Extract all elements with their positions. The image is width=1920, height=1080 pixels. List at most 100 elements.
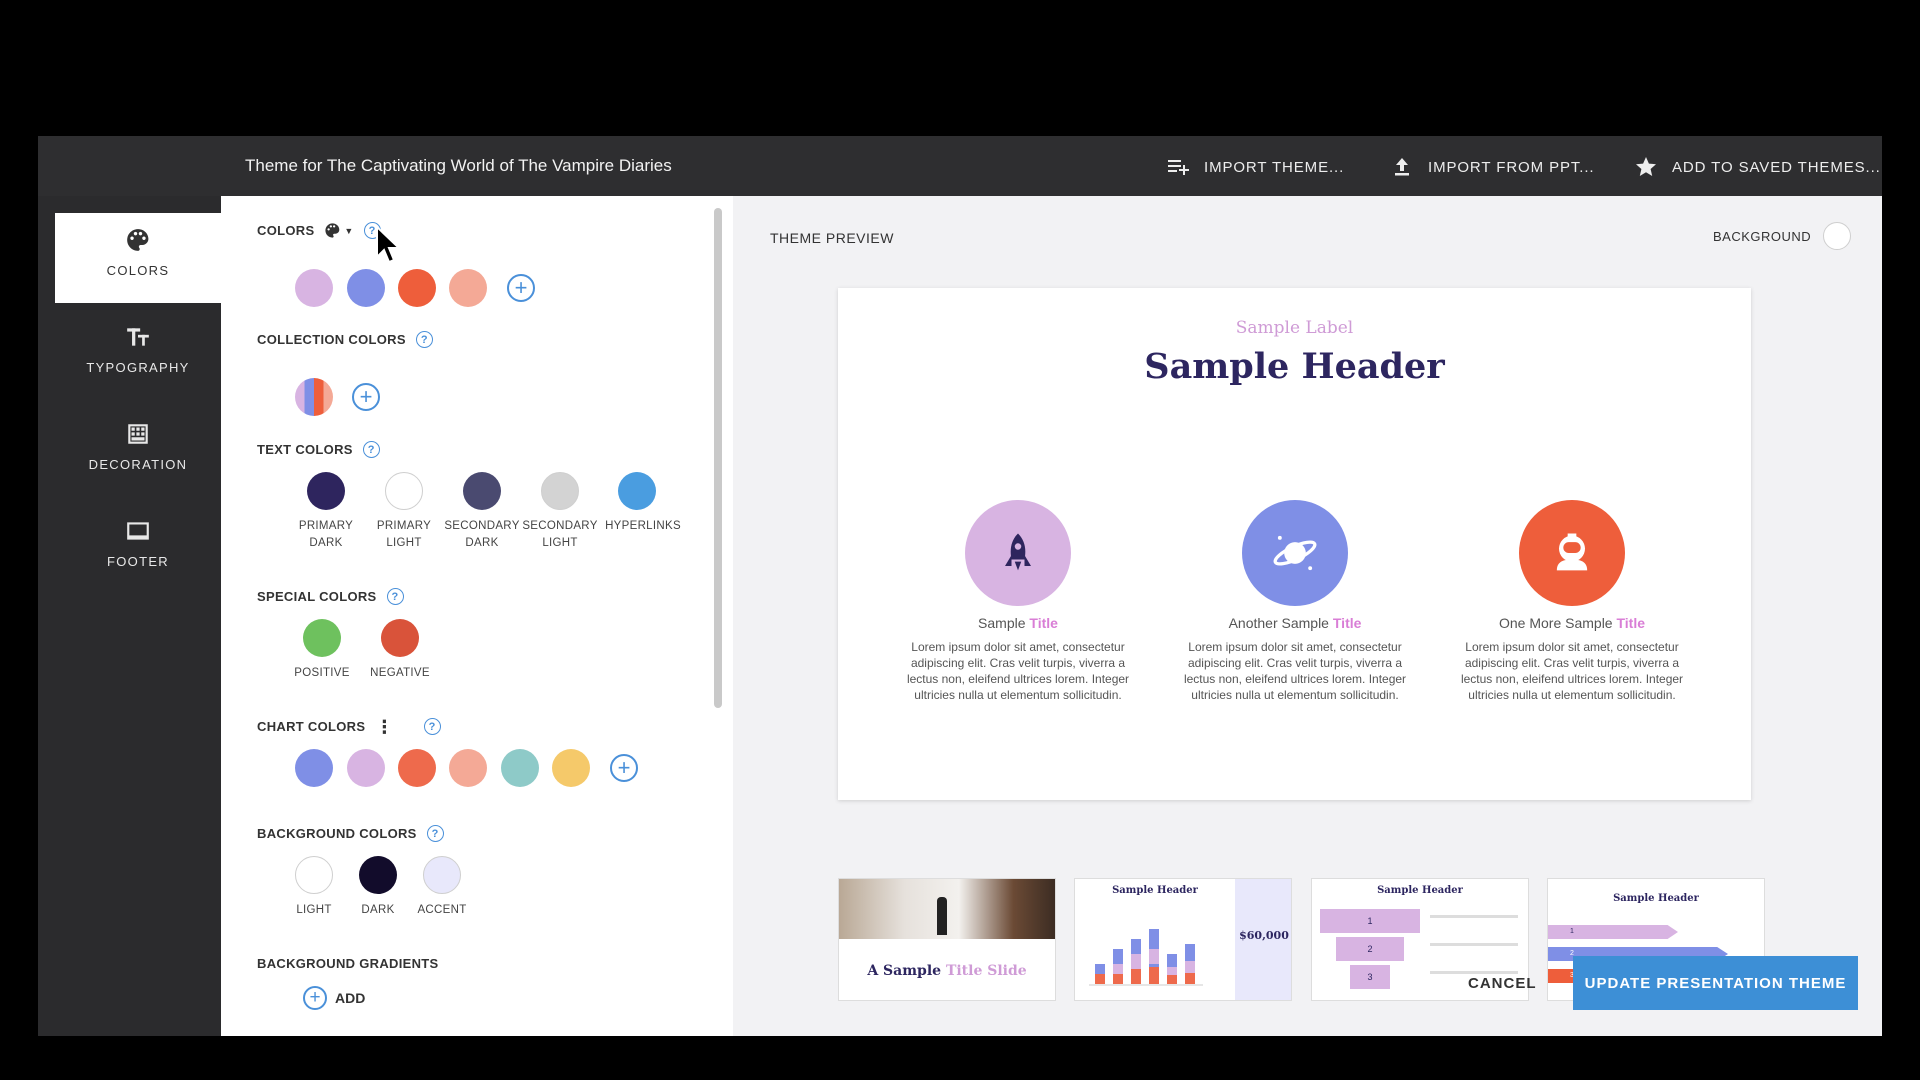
text-color-secondary-light[interactable] [541,472,579,510]
thumbnail-chart-slide[interactable]: Sample Header $60,000 [1074,878,1292,1001]
sidebar-item-footer[interactable]: FOOTER [55,504,221,594]
background-colors-section-label: BACKGROUND COLORS ? [257,825,444,842]
swatch-label: SECONDARY LIGHT [522,520,598,549]
top-bar: Theme for The Captivating World of The V… [38,136,1882,196]
swatch-label: HYPERLINKS [605,520,681,532]
mouse-cursor-icon [376,225,402,264]
background-label: BACKGROUND [1713,228,1812,244]
color-swatch-3[interactable] [398,269,436,307]
chevron-down-icon: ▼ [344,225,354,236]
column-body: Lorem ipsum dolor sit amet, consectetur … [1183,640,1407,702]
color-swatch-4[interactable] [449,269,487,307]
help-icon[interactable]: ? [386,588,404,605]
theme-editor-window: Theme for The Captivating World of The V… [38,136,1882,1036]
swatch-label: SECONDARY DARK [444,520,520,549]
thumbnail-title-slide[interactable]: A Sample Title Slide [838,878,1056,1001]
rocket-icon [965,500,1071,606]
text-color-primary-light[interactable] [385,472,423,510]
mini-bar-chart [1089,929,1203,986]
theme-preview-area: THEME PREVIEW BACKGROUND Sample Label Sa… [733,196,1882,1036]
add-icon: + [303,986,327,1010]
cancel-button[interactable]: CANCEL [1468,956,1537,1010]
planet-icon [1242,500,1348,606]
chart-color-swatch-6[interactable] [552,749,590,787]
sidebar-item-label: DECORATION [88,457,188,472]
sidebar-item-label: FOOTER [107,554,169,569]
typography-icon [125,324,151,350]
special-color-positive[interactable] [303,619,341,657]
help-icon[interactable]: ? [426,825,444,842]
add-saved-themes-label: ADD TO SAVED THEMES... [1672,158,1881,176]
import-theme-label: IMPORT THEME... [1204,158,1345,176]
text-color-hyperlinks[interactable] [618,472,656,510]
special-color-negative[interactable] [381,619,419,657]
sidebar-item-decoration[interactable]: DECORATION [55,407,221,497]
import-theme-button[interactable]: IMPORT THEME... [1166,154,1344,180]
sample-column-1: Sample Title Lorem ipsum dolor sit amet,… [893,500,1143,703]
sample-column-3: One More Sample Title Lorem ipsum dolor … [1447,500,1697,703]
swatch-label: NEGATIVE [370,667,430,679]
panel-scrollbar[interactable] [714,208,722,708]
chart-color-swatch-4[interactable] [449,749,487,787]
update-presentation-theme-button[interactable]: UPDATE PRESENTATION THEME [1573,956,1858,1010]
footer-icon [125,518,151,544]
step-block-1: 1 [1320,909,1420,933]
step-block-2: 2 [1336,937,1404,961]
text-line [1430,915,1518,918]
add-saved-themes-button[interactable]: ADD TO SAVED THEMES... [1634,154,1881,180]
text-colors-label: TEXT COLORS [257,442,353,457]
swatch-label: PRIMARY LIGHT [376,520,432,549]
add-color-button[interactable]: + [507,274,535,302]
background-color-accent[interactable] [423,856,461,894]
sidebar-item-colors[interactable]: COLORS [55,213,221,303]
sidebar-item-label: COLORS [106,263,170,278]
help-icon[interactable]: ? [362,441,380,458]
thumbnail-title: A Sample Title Slide [867,963,1027,979]
astronaut-icon [1519,500,1625,606]
theme-title: Theme for The Captivating World of The V… [245,156,672,175]
sidebar-item-typography[interactable]: TYPOGRAPHY [55,310,221,400]
palette-dropdown[interactable]: ▼ [324,222,353,239]
add-chart-color-button[interactable]: + [610,754,638,782]
sample-slide: Sample Label Sample Header Sample Title … [838,288,1751,800]
thumbnail-title: Sample Header [1613,893,1699,904]
chart-color-swatch-2[interactable] [347,749,385,787]
background-color-light[interactable] [295,856,333,894]
swatch-label: PRIMARY DARK [298,520,354,549]
mini-bars [1089,929,1203,986]
chart-color-swatch-1[interactable] [295,749,333,787]
color-settings-panel: COLORS ▼ ? + COLLECTION COLORS ? + TEXT … [221,196,733,1036]
special-colors-section-label: SPECIAL COLORS ? [257,588,404,605]
add-collection-color-button[interactable]: + [352,383,380,411]
column-body: Lorem ipsum dolor sit amet, consectetur … [906,640,1130,702]
swatch-label: POSITIVE [294,667,350,679]
background-swatch [1823,222,1852,250]
chart-color-swatch-5[interactable] [501,749,539,787]
help-icon[interactable]: ? [415,331,433,348]
palette-icon [125,227,151,253]
text-color-primary-dark[interactable] [307,472,345,510]
person-silhouette [937,897,947,935]
collection-colors-section-label: COLLECTION COLORS ? [257,331,433,348]
add-gradient-button[interactable]: + ADD [303,986,365,1010]
background-color-dark[interactable] [359,856,397,894]
text-color-secondary-dark[interactable] [463,472,501,510]
import-ppt-button[interactable]: IMPORT FROM PPT... [1390,154,1595,180]
sample-label: Sample Label [1235,318,1354,338]
theme-preview-label: THEME PREVIEW [770,230,894,246]
collection-color-swatch[interactable] [295,378,333,416]
column-body: Lorem ipsum dolor sit amet, consectetur … [1460,640,1684,702]
more-options-icon[interactable]: ⋮ [375,718,393,736]
color-swatch-1[interactable] [295,269,333,307]
color-swatch-2[interactable] [347,269,385,307]
decoration-icon [125,421,151,447]
background-gradients-label: BACKGROUND GRADIENTS [257,956,439,971]
sidebar: COLORS TYPOGRAPHY DECORATION FOOTER [38,196,221,1036]
background-toggle[interactable]: BACKGROUND [1713,222,1852,250]
text-line [1430,943,1518,946]
help-icon[interactable]: ? [423,718,441,735]
chart-color-swatch-3[interactable] [398,749,436,787]
colors-label: COLORS [257,223,315,238]
sample-header: Sample Header [1144,346,1445,387]
background-gradients-section-label: BACKGROUND GRADIENTS [257,956,439,971]
